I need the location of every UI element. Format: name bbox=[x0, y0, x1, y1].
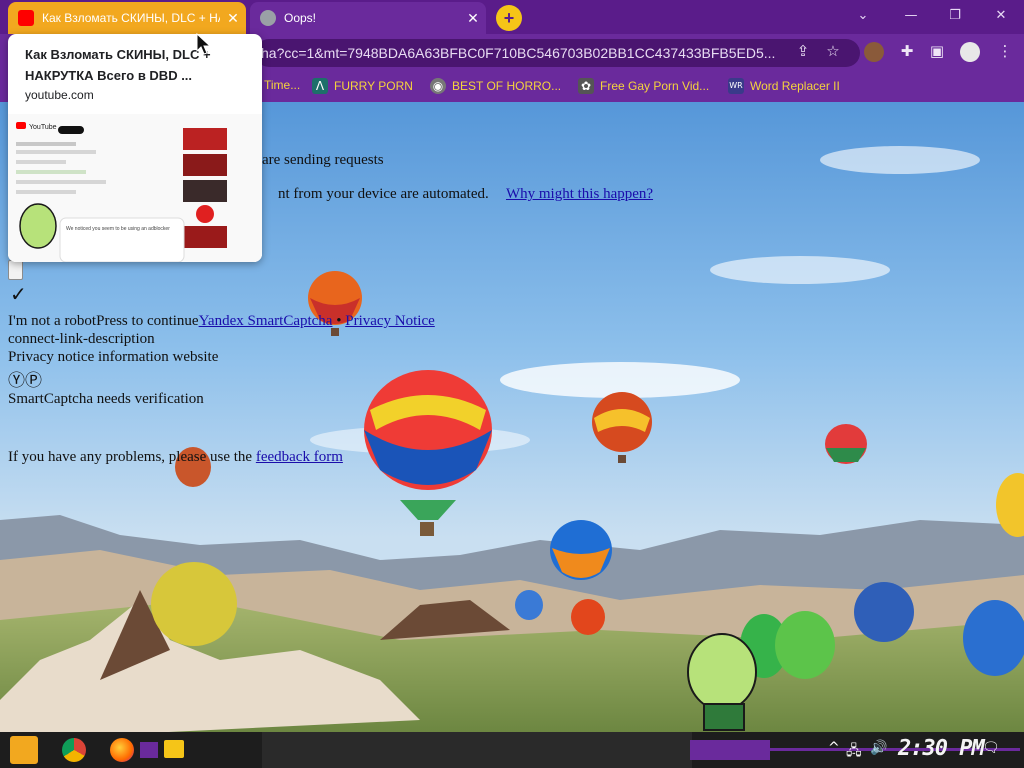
side-panel-icon[interactable]: ▣ bbox=[926, 40, 948, 62]
bookmark-star-icon[interactable]: ☆ bbox=[822, 40, 844, 62]
bookmark-label: Word Replacer II bbox=[750, 79, 840, 93]
profile-avatar-icon[interactable] bbox=[960, 42, 980, 62]
tab-hover-card: Как Взломать СКИНЫ, DLC + НАКРУТКА Всего… bbox=[8, 34, 262, 262]
captcha-checkbox[interactable] bbox=[8, 260, 23, 280]
tab-oops[interactable]: Oops! ✕ bbox=[250, 2, 486, 34]
yandex-logo-icon: ⓎⓅ bbox=[8, 371, 42, 391]
bookmark-furry[interactable]: Λ FURRY PORN bbox=[312, 78, 413, 94]
tab-search-dropdown-icon[interactable]: ⌄ bbox=[848, 4, 878, 28]
bookmark-time[interactable]: Time... bbox=[264, 78, 300, 92]
robot-label: I'm not a robotPress to continue bbox=[8, 313, 199, 329]
separator: • bbox=[332, 313, 346, 329]
feedback-form-link[interactable]: feedback form bbox=[256, 449, 343, 465]
network-icon[interactable]: 🖧 bbox=[846, 740, 862, 764]
hover-card-thumbnail: YouTube We noticed you seem to be using … bbox=[8, 114, 262, 262]
bookmark-horror[interactable]: ◉ BEST OF HORRO... bbox=[430, 78, 561, 94]
captcha-explanation-text: nt from your device are automated. bbox=[278, 186, 489, 202]
mouse-cursor-icon bbox=[196, 33, 212, 55]
youtube-favicon-icon bbox=[18, 10, 34, 26]
tab-close-icon[interactable]: ✕ bbox=[220, 10, 246, 27]
bookmark-label: BEST OF HORRO... bbox=[452, 79, 562, 93]
tab-close-icon[interactable]: ✕ bbox=[460, 10, 486, 27]
extensions-puzzle-icon[interactable]: ✚ bbox=[896, 40, 918, 62]
app-taskbar-icon[interactable] bbox=[140, 742, 158, 758]
chrome-taskbar-icon[interactable] bbox=[62, 738, 86, 762]
file-explorer-taskbar-icon[interactable] bbox=[164, 740, 184, 758]
captcha-explanation: nt from your device are automated. Why m… bbox=[278, 186, 653, 203]
hover-card-domain: youtube.com bbox=[25, 88, 94, 102]
close-window-button[interactable]: ✕ bbox=[986, 4, 1016, 28]
globe-favicon-icon bbox=[260, 10, 276, 26]
taskbar: ^ 🖧 🔊 2:30 PM 🗨 bbox=[0, 732, 1024, 768]
bookmark-gay-porn[interactable]: ✿ Free Gay Porn Vid... bbox=[578, 78, 709, 94]
volume-icon[interactable]: 🔊 bbox=[870, 740, 887, 756]
flower-icon: ✿ bbox=[578, 78, 594, 94]
smartcaptcha-link[interactable]: Yandex SmartCaptcha bbox=[199, 313, 333, 329]
share-icon[interactable]: ⇪ bbox=[792, 40, 814, 62]
globe-icon: ◉ bbox=[430, 78, 446, 94]
connect-link-description: connect-link-description bbox=[8, 331, 155, 347]
verification-status: SmartCaptcha needs verification bbox=[8, 391, 204, 407]
start-button[interactable] bbox=[10, 736, 38, 764]
lambda-icon: Λ bbox=[312, 78, 328, 94]
word-replacer-icon: WR bbox=[728, 78, 744, 94]
hover-card-title: Как Взломать СКИНЫ, DLC + НАКРУТКА Всего… bbox=[25, 47, 211, 83]
checkmark-icon: ✓ bbox=[10, 282, 27, 306]
feedback-row: If you have any problems, please use the… bbox=[8, 449, 343, 466]
problems-text: If you have any problems, please use the bbox=[8, 449, 256, 465]
extension-avatar-icon[interactable] bbox=[864, 42, 884, 62]
restore-button[interactable]: ❐ bbox=[940, 4, 970, 28]
firefox-taskbar-icon[interactable] bbox=[110, 738, 134, 762]
address-bar[interactable]: ha?cc=1&mt=7948BDA6A63BFBC0F710BC546703B… bbox=[255, 39, 860, 67]
notifications-icon[interactable]: 🗨 bbox=[982, 740, 1000, 756]
thumb-brand: YouTube bbox=[29, 124, 57, 131]
bookmark-label: Free Gay Porn Vid... bbox=[600, 79, 710, 93]
tab-active-youtube[interactable]: Как Взломать СКИНЫ, DLC + НАКРУТКА Всего… bbox=[8, 2, 246, 34]
why-link[interactable]: Why might this happen? bbox=[506, 186, 653, 202]
minimize-button[interactable]: — bbox=[896, 4, 926, 28]
captcha-robot-row: I'm not a robotPress to continueYandex S… bbox=[8, 313, 435, 330]
tab-title: Как Взломать СКИНЫ, DLC + НАКРУТКА Всего… bbox=[42, 11, 220, 25]
bookmark-word-replacer[interactable]: WR Word Replacer II bbox=[728, 78, 840, 94]
captcha-heading: are sending requests bbox=[262, 152, 384, 168]
tab-strip: Как Взломать СКИНЫ, DLC + НАКРУТКА Всего… bbox=[0, 0, 1024, 34]
menu-kebab-icon[interactable]: ⋮ bbox=[994, 40, 1016, 62]
tray-chevron-icon[interactable]: ^ bbox=[828, 740, 840, 756]
bookmark-label: FURRY PORN bbox=[334, 79, 413, 93]
privacy-info-text: Privacy notice information website bbox=[8, 349, 219, 365]
tab-title: Oops! bbox=[284, 11, 317, 25]
privacy-notice-link[interactable]: Privacy Notice bbox=[345, 313, 435, 329]
bookmark-label: Time... bbox=[264, 78, 301, 92]
thumbnail-preview: YouTube We noticed you seem to be using … bbox=[8, 114, 262, 262]
taskbar-clock[interactable]: 2:30 PM bbox=[898, 736, 985, 761]
thumb-popup: We noticed you seem to be using an adblo… bbox=[66, 226, 170, 232]
new-tab-button[interactable]: + bbox=[496, 5, 522, 31]
